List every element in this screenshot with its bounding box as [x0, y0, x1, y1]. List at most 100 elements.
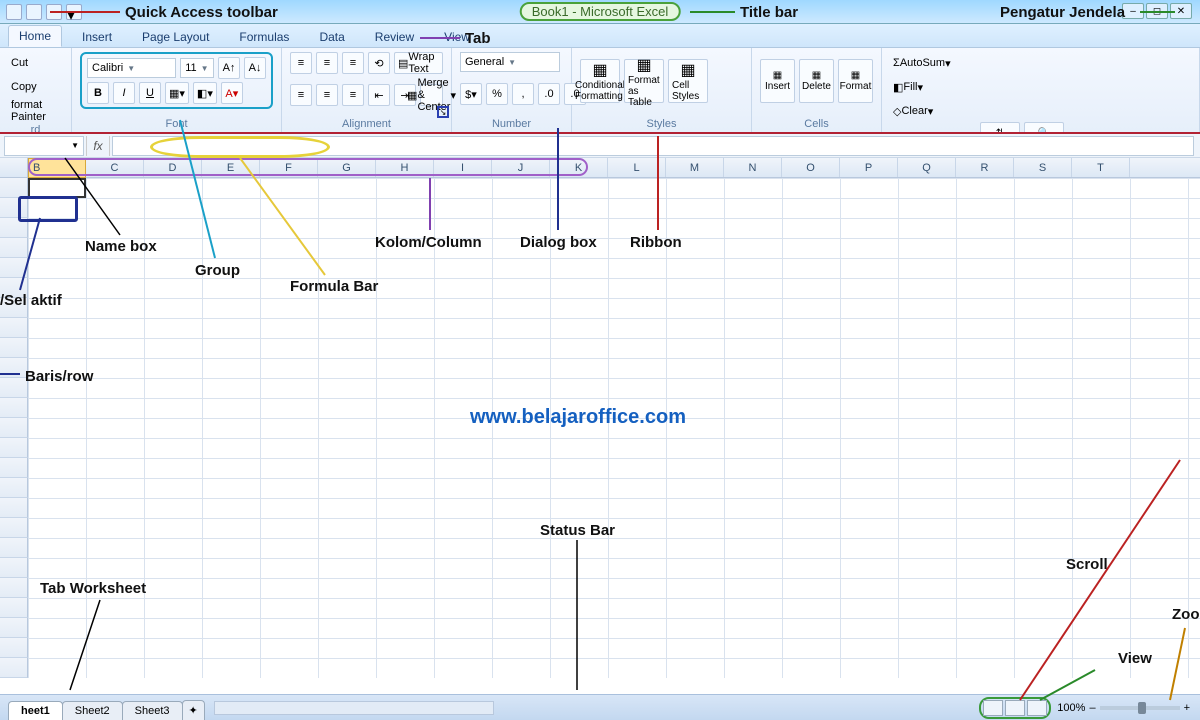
tab-review[interactable]: Review: [365, 27, 424, 47]
row-header[interactable]: [0, 538, 28, 558]
tab-view[interactable]: View: [434, 27, 480, 47]
col-header[interactable]: C: [86, 158, 144, 177]
clear-button[interactable]: ◇ Clear ▾: [890, 100, 936, 122]
row-header[interactable]: [0, 258, 28, 278]
align-right-icon[interactable]: ≡: [342, 84, 364, 106]
align-bot-icon[interactable]: ≡: [342, 52, 364, 74]
view-normal-icon[interactable]: [983, 700, 1003, 716]
minimize-button[interactable]: –: [1122, 3, 1144, 19]
underline-button[interactable]: U: [139, 82, 161, 104]
row-header[interactable]: [0, 278, 28, 298]
active-cell[interactable]: [28, 178, 86, 198]
maximize-button[interactable]: ◻: [1146, 3, 1168, 19]
tab-page-layout[interactable]: Page Layout: [132, 27, 219, 47]
find-select-button[interactable]: 🔍Find & Select: [1024, 122, 1064, 134]
row-header[interactable]: [0, 558, 28, 578]
col-header[interactable]: H: [376, 158, 434, 177]
col-header[interactable]: G: [318, 158, 376, 177]
row-header[interactable]: [0, 438, 28, 458]
col-header[interactable]: F: [260, 158, 318, 177]
select-all-corner[interactable]: [0, 158, 28, 177]
tab-formulas[interactable]: Formulas: [229, 27, 299, 47]
row-header[interactable]: [0, 358, 28, 378]
align-mid-icon[interactable]: ≡: [316, 52, 338, 74]
wrap-text-button[interactable]: ▤ Wrap Text: [394, 52, 443, 74]
row-header[interactable]: [0, 658, 28, 678]
col-header[interactable]: E: [202, 158, 260, 177]
col-header[interactable]: L: [608, 158, 666, 177]
align-top-icon[interactable]: ≡: [290, 52, 312, 74]
dialog-launcher-icon[interactable]: ↘: [437, 106, 449, 118]
orientation-icon[interactable]: ⟲: [368, 52, 390, 74]
tab-insert[interactable]: Insert: [72, 27, 122, 47]
name-box[interactable]: ▼: [4, 136, 84, 156]
italic-button[interactable]: I: [113, 82, 135, 104]
zoom-slider[interactable]: [1100, 706, 1180, 710]
qat-undo-icon[interactable]: [26, 4, 42, 20]
number-format-select[interactable]: General▼: [460, 52, 560, 72]
font-name-select[interactable]: Calibri▼: [87, 58, 176, 78]
col-header[interactable]: P: [840, 158, 898, 177]
col-header[interactable]: K: [550, 158, 608, 177]
row-header[interactable]: [0, 238, 28, 258]
qat-save-icon[interactable]: [6, 4, 22, 20]
formula-input[interactable]: [112, 136, 1194, 156]
row-header[interactable]: [0, 418, 28, 438]
tab-home[interactable]: Home: [8, 25, 62, 47]
row-header[interactable]: [0, 458, 28, 478]
indent-dec-icon[interactable]: ⇤: [368, 84, 390, 106]
row-header[interactable]: [0, 218, 28, 238]
row-header[interactable]: [0, 338, 28, 358]
row-header[interactable]: [0, 578, 28, 598]
inc-decimal-icon[interactable]: .0: [538, 83, 560, 105]
copy-button[interactable]: Copy: [8, 76, 40, 98]
delete-cells-button[interactable]: ▦Delete: [799, 59, 834, 103]
border-icon[interactable]: ▦▾: [165, 82, 189, 104]
sort-filter-button[interactable]: ⇅Sort & Filter: [980, 122, 1020, 134]
sheet-tab[interactable]: heet1: [8, 701, 63, 720]
row-header[interactable]: [0, 178, 28, 198]
qat-customize-icon[interactable]: ▾: [66, 4, 82, 20]
quick-access-toolbar[interactable]: ▾: [0, 4, 82, 20]
zoom-out-icon[interactable]: –: [1089, 702, 1095, 714]
bold-button[interactable]: B: [87, 82, 109, 104]
autosum-button[interactable]: Σ AutoSum ▾: [890, 52, 954, 74]
cut-button[interactable]: Cut: [8, 52, 31, 74]
row-header[interactable]: [0, 318, 28, 338]
row-header[interactable]: [0, 478, 28, 498]
row-header[interactable]: [0, 618, 28, 638]
shrink-font-icon[interactable]: A↓: [244, 57, 266, 79]
col-header[interactable]: Q: [898, 158, 956, 177]
conditional-formatting-button[interactable]: ▦Conditional Formatting: [580, 59, 620, 103]
merge-center-button[interactable]: ▦ Merge & Center ▾: [420, 84, 443, 106]
row-header[interactable]: [0, 378, 28, 398]
row-header[interactable]: [0, 518, 28, 538]
cell-styles-button[interactable]: ▦Cell Styles: [668, 59, 708, 103]
font-color-icon[interactable]: A▾: [221, 82, 243, 104]
format-cells-button[interactable]: ▦Format: [838, 59, 873, 103]
horizontal-scrollbar[interactable]: [214, 701, 494, 715]
row-header[interactable]: [0, 298, 28, 318]
col-header[interactable]: J: [492, 158, 550, 177]
col-header[interactable]: I: [434, 158, 492, 177]
col-header[interactable]: O: [782, 158, 840, 177]
view-break-icon[interactable]: [1027, 700, 1047, 716]
font-size-select[interactable]: 11▼: [180, 58, 214, 78]
col-header[interactable]: S: [1014, 158, 1072, 177]
row-header[interactable]: [0, 598, 28, 618]
align-center-icon[interactable]: ≡: [316, 84, 338, 106]
row-header[interactable]: [0, 398, 28, 418]
close-button[interactable]: ✕: [1170, 3, 1192, 19]
col-header[interactable]: B: [28, 158, 86, 178]
format-as-table-button[interactable]: ▦Format as Table: [624, 59, 664, 103]
tab-data[interactable]: Data: [309, 27, 354, 47]
sheet-tab[interactable]: Sheet2: [62, 701, 123, 720]
fill-color-icon[interactable]: ◧▾: [193, 82, 217, 104]
fx-icon[interactable]: fx: [86, 136, 110, 156]
qat-redo-icon[interactable]: [46, 4, 62, 20]
zoom-in-icon[interactable]: +: [1184, 702, 1190, 714]
col-header[interactable]: D: [144, 158, 202, 177]
sheet-tab[interactable]: Sheet3: [122, 701, 183, 720]
col-header[interactable]: M: [666, 158, 724, 177]
row-header[interactable]: [0, 638, 28, 658]
